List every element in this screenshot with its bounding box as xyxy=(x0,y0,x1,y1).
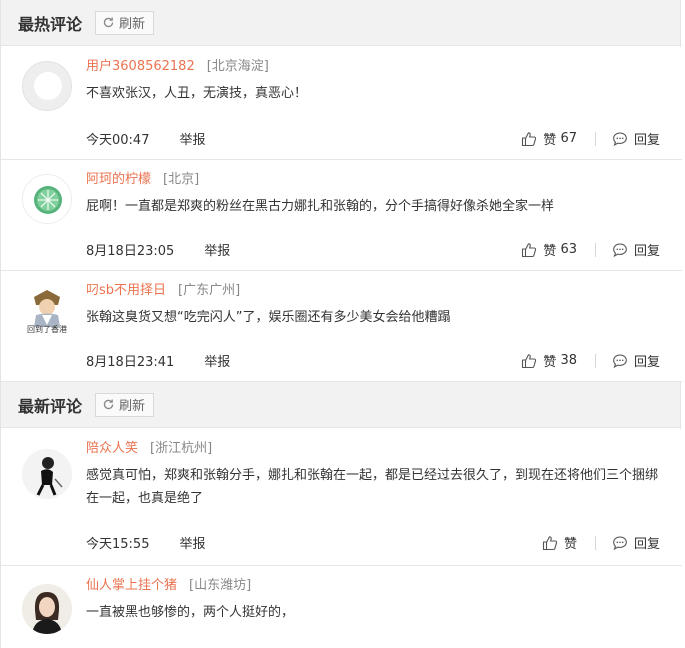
like-count: 38 xyxy=(560,353,577,368)
report-link[interactable]: 举报 xyxy=(204,244,230,259)
comment-text: 感觉真可怕，郑爽和张翰分手，娜扎和张翰在一起，都是已经过去很久了，到现在还将他们… xyxy=(86,468,659,506)
comment-meta: 今天00:47 举报 xyxy=(86,129,205,148)
default-avatar-icon xyxy=(23,62,71,110)
hot-refresh-button[interactable]: 刷新 xyxy=(95,10,155,35)
refresh-icon xyxy=(103,399,114,410)
avatar[interactable] xyxy=(22,449,72,499)
refresh-icon xyxy=(103,17,114,28)
thumbs-up-icon xyxy=(522,131,537,146)
report-link[interactable]: 举报 xyxy=(179,537,205,552)
reply-label: 回复 xyxy=(633,355,660,370)
comment-text: 屁啊！一直都是郑爽的粉丝在黑古力娜扎和张翰的，分个手搞得好像杀她全家一样 xyxy=(86,199,555,214)
latest-refresh-button[interactable]: 刷新 xyxy=(95,392,155,417)
like-label: 赞 xyxy=(563,537,577,552)
comment-actions: 赞 63 回复 xyxy=(521,240,660,259)
avatar[interactable] xyxy=(22,174,72,224)
thumbs-up-icon xyxy=(542,535,558,550)
divider xyxy=(594,242,596,257)
comment-meta: 8月18日23:05 举报 xyxy=(86,240,230,259)
comment-user-line: 阿珂的柠檬 [北京] xyxy=(86,168,199,187)
comment-time: 今天00:47 xyxy=(86,133,150,148)
like-label: 赞 xyxy=(543,355,557,370)
comment-item: 陪众人笑 [浙江杭州] 感觉真可怕，郑爽和张翰分手，娜扎和张翰在一起，都是已经过去… xyxy=(1,429,682,566)
hot-comments-title: 最热评论 xyxy=(18,14,83,34)
person-avatar-icon xyxy=(22,449,72,499)
like-label: 赞 xyxy=(543,133,557,148)
username-link[interactable]: 陪众人笑 xyxy=(86,441,138,456)
comment-meta: 8月18日23:41 举报 xyxy=(86,351,230,370)
username-link[interactable]: 阿珂的柠檬 xyxy=(86,172,151,187)
speech-bubble-icon xyxy=(613,535,627,550)
report-link[interactable]: 举报 xyxy=(179,133,205,148)
like-count: 67 xyxy=(560,131,577,146)
reply-button[interactable]: 回复 xyxy=(612,129,660,148)
like-button[interactable]: 赞 38 xyxy=(521,351,577,370)
comment-item: 阿珂的柠檬 [北京] 屁啊！一直都是郑爽的粉丝在黑古力娜扎和张翰的，分个手搞得好像… xyxy=(1,160,682,271)
speech-bubble-icon xyxy=(613,353,627,368)
comments-panel: 最热评论 刷新 用户3608562182 [北京海淀] 不喜欢张汉，人丑，无演技，… xyxy=(0,0,682,648)
user-location: [北京] xyxy=(163,172,200,187)
like-button[interactable]: 赞 67 xyxy=(521,129,577,148)
speech-bubble-icon xyxy=(613,131,627,146)
user-location: [浙江杭州] xyxy=(150,441,213,456)
comment-time: 8月18日23:05 xyxy=(86,244,175,259)
avatar[interactable] xyxy=(22,61,72,111)
comment-item: 回到了香港 叼sb不用择日 [广东广州] 张翰这臭货又想“吃完闪人”了，娱乐圈还有… xyxy=(1,271,682,382)
divider xyxy=(594,131,596,146)
latest-comments-header: 最新评论 刷新 xyxy=(1,382,680,428)
comment-user-line: 陪众人笑 [浙江杭州] xyxy=(86,437,212,456)
comment-time: 8月18日23:41 xyxy=(86,355,175,370)
divider xyxy=(594,353,596,368)
speech-bubble-icon xyxy=(613,242,627,257)
thumbs-up-icon xyxy=(522,242,537,257)
reply-label: 回复 xyxy=(633,133,660,148)
avatar-caption: 回到了香港 xyxy=(27,325,67,334)
user-location: [北京海淀] xyxy=(206,59,269,74)
like-button[interactable]: 赞 xyxy=(542,533,577,552)
comment-meta: 今天15:55 举报 xyxy=(86,533,205,552)
reply-label: 回复 xyxy=(633,244,660,259)
report-link[interactable]: 举报 xyxy=(204,355,230,370)
comment-item: 仙人掌上挂个猪 [山东潍坊] 一直被黑也够惨的，两个人挺好的， xyxy=(1,566,682,648)
like-count: 63 xyxy=(560,242,577,257)
hot-refresh-label: 刷新 xyxy=(119,17,146,32)
comment-text: 一直被黑也够惨的，两个人挺好的， xyxy=(86,605,295,620)
divider xyxy=(594,535,596,550)
reply-button[interactable]: 回复 xyxy=(612,351,660,370)
comment-user-line: 用户3608562182 [北京海淀] xyxy=(86,55,269,74)
person-avatar-icon xyxy=(22,584,72,634)
username-link[interactable]: 叼sb不用择日 xyxy=(86,283,166,298)
reply-label: 回复 xyxy=(633,537,660,552)
latest-comments-title: 最新评论 xyxy=(18,396,83,416)
comment-user-line: 仙人掌上挂个猪 [山东潍坊] xyxy=(86,574,251,593)
lemon-avatar-icon xyxy=(23,175,71,223)
avatar[interactable]: 回到了香港 xyxy=(22,285,72,335)
avatar[interactable] xyxy=(22,584,72,634)
latest-refresh-label: 刷新 xyxy=(119,399,146,414)
user-location: [广东广州] xyxy=(178,283,241,298)
user-location: [山东潍坊] xyxy=(189,578,252,593)
username-link[interactable]: 仙人掌上挂个猪 xyxy=(86,578,177,593)
comment-time: 今天15:55 xyxy=(86,537,150,552)
reply-button[interactable]: 回复 xyxy=(612,240,660,259)
comment-actions: 赞 67 回复 xyxy=(521,129,660,148)
comment-text: 不喜欢张汉，人丑，无演技，真恶心！ xyxy=(86,86,308,101)
comment-actions: 赞 回复 xyxy=(542,533,660,552)
hot-comments-header: 最热评论 刷新 xyxy=(1,0,680,46)
username-link[interactable]: 用户3608562182 xyxy=(86,59,195,74)
comment-actions: 赞 38 回复 xyxy=(521,351,660,370)
like-label: 赞 xyxy=(543,244,557,259)
comment-text: 张翰这臭货又想“吃完闪人”了，娱乐圈还有多少美女会给他糟蹋 xyxy=(86,310,451,325)
thumbs-up-icon xyxy=(522,353,537,368)
comment-user-line: 叼sb不用择日 [广东广州] xyxy=(86,279,240,298)
comment-item: 用户3608562182 [北京海淀] 不喜欢张汉，人丑，无演技，真恶心！ 今天0… xyxy=(1,47,682,160)
like-button[interactable]: 赞 63 xyxy=(521,240,577,259)
reply-button[interactable]: 回复 xyxy=(612,533,660,552)
